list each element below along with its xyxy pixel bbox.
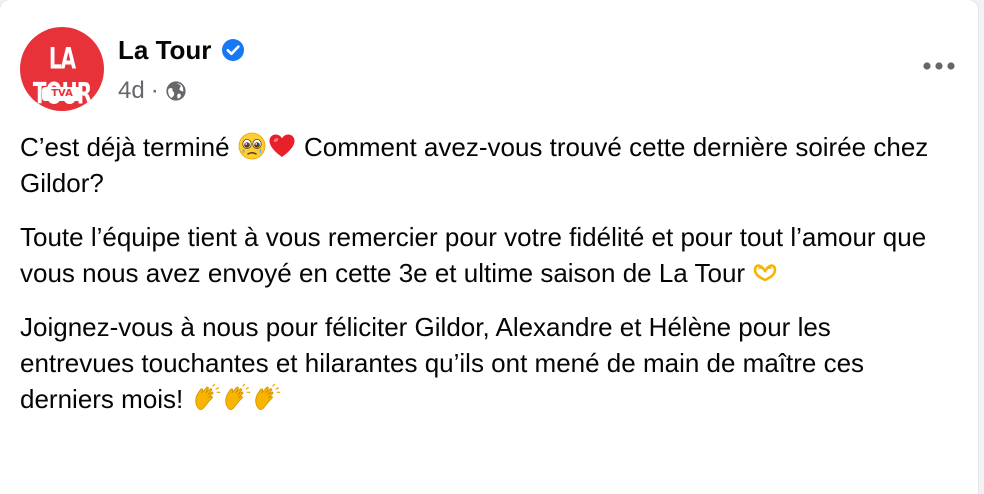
post-header: LA TOUR TVA La Tour 4d · bbox=[20, 27, 960, 113]
clapping-hands-emoji bbox=[224, 383, 250, 410]
clapping-hands-emoji bbox=[194, 383, 220, 410]
post-paragraph-1: C’est déjà terminé Comment avez-vous tro… bbox=[20, 129, 950, 201]
heart-hands-emoji bbox=[754, 264, 777, 282]
paragraph-1-text-a: C’est déjà terminé bbox=[20, 132, 237, 162]
post-card: LA TOUR TVA La Tour 4d · bbox=[0, 0, 978, 494]
page-name-link[interactable]: La Tour bbox=[118, 35, 211, 66]
post-paragraph-2: Toute l’équipe tient à vous remercier po… bbox=[20, 219, 950, 291]
clapping-hands-emoji bbox=[254, 383, 280, 410]
teary-face-emoji bbox=[238, 132, 266, 160]
post-timestamp[interactable]: 4d bbox=[118, 77, 145, 105]
post-paragraph-3: Joignez-vous à nous pour féliciter Gildo… bbox=[20, 309, 950, 417]
page-avatar[interactable]: LA TOUR TVA bbox=[20, 27, 104, 111]
meta-separator: · bbox=[150, 77, 159, 104]
avatar-tva-badge: TVA bbox=[42, 87, 82, 101]
red-heart-emoji bbox=[269, 134, 295, 157]
name-row: La Tour bbox=[118, 34, 245, 66]
post-meta: 4d · bbox=[118, 76, 187, 106]
verified-badge-icon bbox=[222, 39, 245, 61]
more-options-button[interactable] bbox=[918, 51, 960, 81]
paragraph-2-text: Toute l’équipe tient à vous remercier po… bbox=[20, 222, 927, 288]
paragraph-3-text: Joignez-vous à nous pour féliciter Gildo… bbox=[20, 312, 865, 414]
globe-icon[interactable] bbox=[165, 80, 187, 102]
more-options-icon bbox=[923, 62, 955, 70]
post-body: C’est déjà terminé Comment avez-vous tro… bbox=[20, 129, 950, 435]
